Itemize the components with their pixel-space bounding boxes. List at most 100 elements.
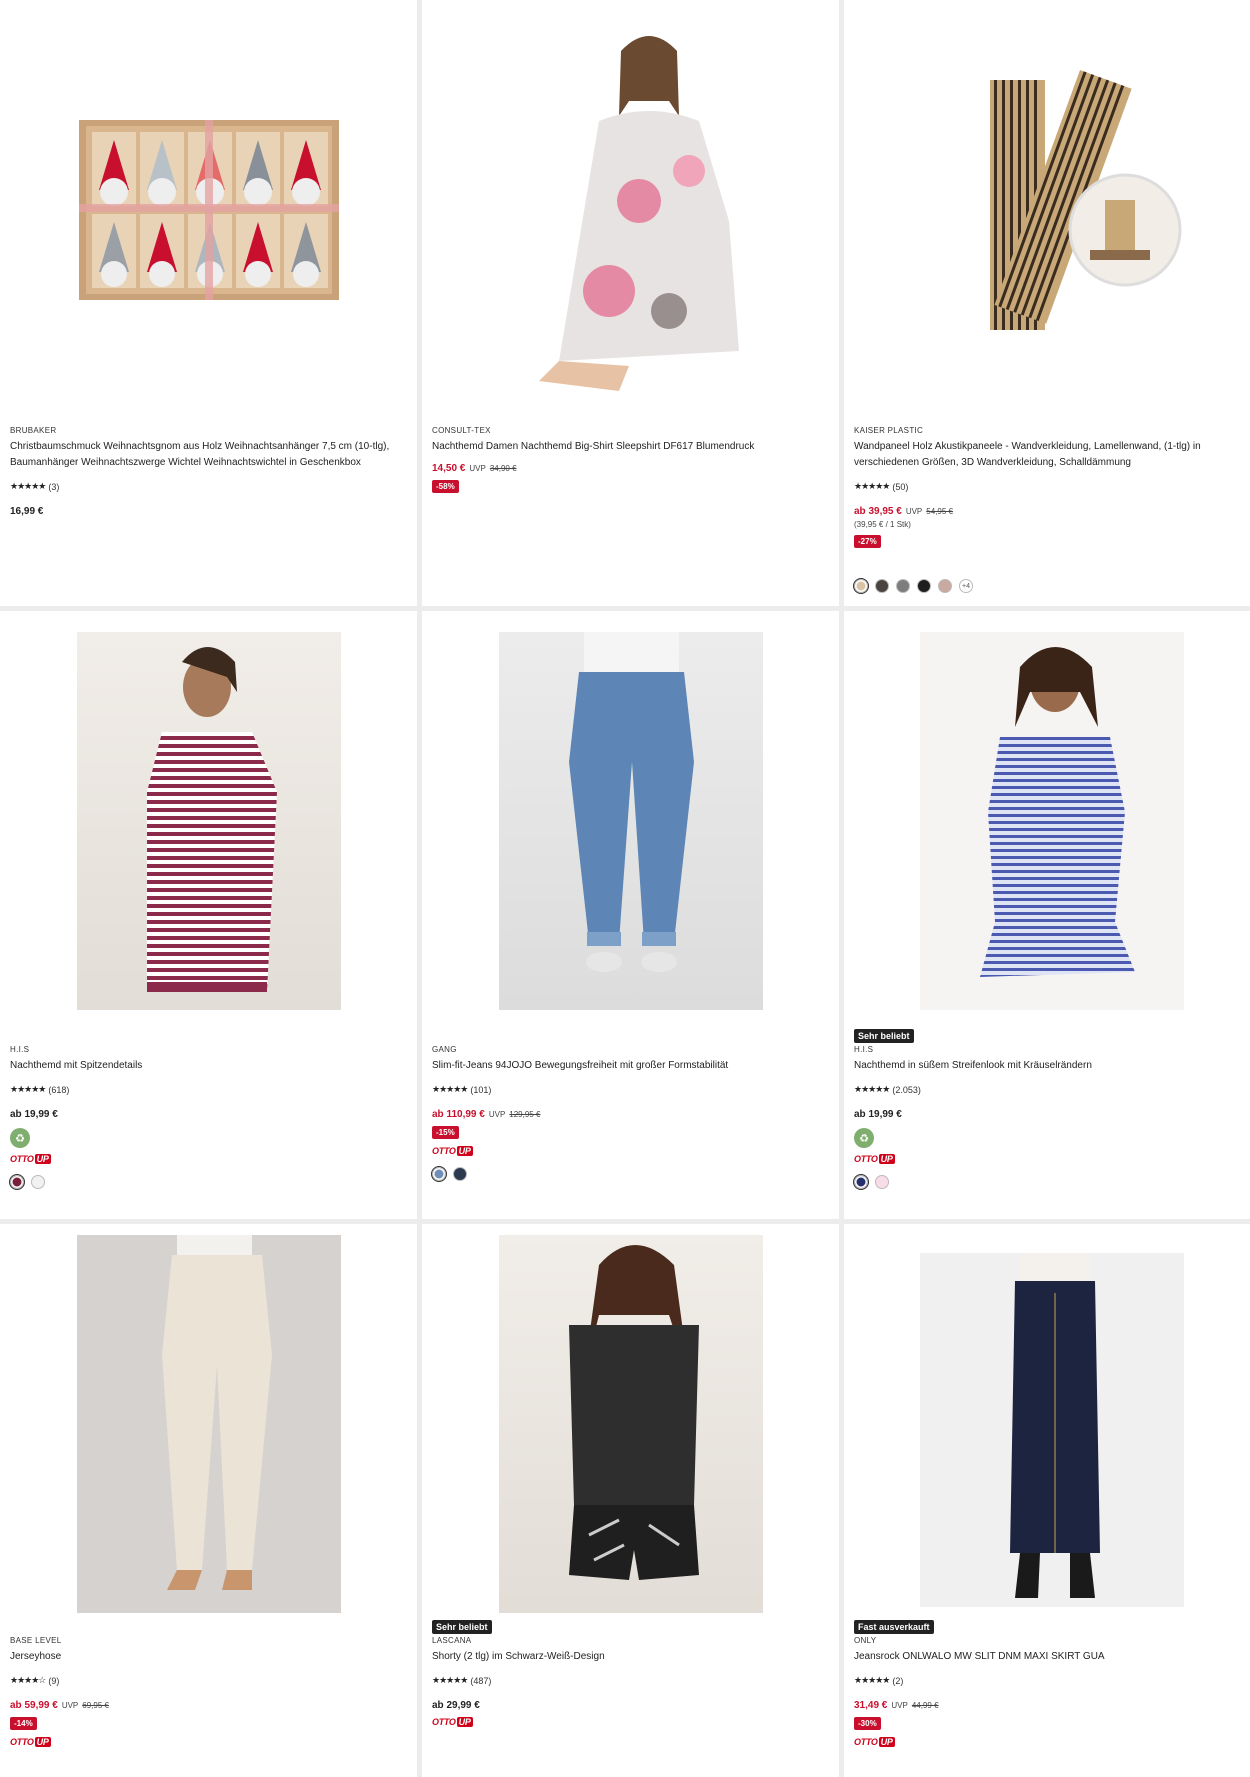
discount-badge: -27% [854, 535, 881, 548]
product-price: 14,50 € [432, 463, 466, 474]
color-swatches: +4 [854, 579, 1250, 593]
price-line: 16,99 € [10, 506, 407, 517]
product-image[interactable] [0, 611, 417, 1031]
color-swatch[interactable] [31, 1175, 45, 1189]
review-count: (487) [470, 1675, 492, 1686]
star-rating-icon: ★★★★★ [10, 1084, 46, 1094]
uvp-price: 129,95 € [509, 1110, 541, 1119]
uvp-label: UVP [469, 464, 486, 473]
product-card[interactable]: BASE LEVEL Jerseyhose ★★★★☆ (9) ab 59,99… [0, 1224, 417, 1777]
product-rating: ★★★★★ (50) [854, 481, 1250, 492]
product-image[interactable] [422, 0, 839, 420]
product-image[interactable] [0, 0, 417, 420]
price-line: ab 59,99 € UVP 69,95 € [10, 1700, 407, 1711]
review-count: (618) [48, 1084, 70, 1095]
price-line: 31,49 € UVP 44,99 € [854, 1700, 1250, 1711]
product-card[interactable]: Fast ausverkauft ONLY Jeansrock ONLWALO … [844, 1224, 1250, 1777]
product-title[interactable]: Nachthemd mit Spitzendetails [10, 1058, 407, 1074]
jeans-icon [568, 632, 694, 972]
product-title[interactable]: Jerseyhose [10, 1649, 407, 1665]
star-rating-icon: ★★★★☆ [10, 1675, 46, 1685]
price-line: ab 110,99 € UVP 129,95 € [432, 1109, 829, 1120]
product-image[interactable] [0, 1224, 417, 1624]
product-price: ab 29,99 € [432, 1700, 480, 1711]
product-brand: KAISER PLASTIC [854, 426, 924, 435]
product-title[interactable]: Shorty (2 tlg) im Schwarz-Weiß-Design [432, 1649, 829, 1665]
color-swatch[interactable] [896, 579, 910, 593]
product-image[interactable] [844, 0, 1250, 420]
price-line: ab 29,99 € [432, 1700, 829, 1711]
denim-maxi-skirt-icon [1010, 1253, 1100, 1598]
gnome-ornament-box-icon [78, 120, 339, 300]
product-rating: ★★★★★ (101) [432, 1084, 829, 1095]
product-card[interactable]: KAISER PLASTIC Wandpaneel Holz Akustikpa… [844, 0, 1250, 606]
color-swatches [10, 1175, 407, 1189]
color-swatch[interactable] [938, 579, 952, 593]
product-image[interactable] [422, 1224, 839, 1624]
product-title[interactable]: Wandpaneel Holz Akustikpaneele - Wandver… [854, 439, 1250, 471]
otto-up-logo: OTTO UP [854, 1154, 895, 1164]
product-info: BASE LEVEL Jerseyhose ★★★★☆ (9) ab 59,99… [10, 1636, 407, 1750]
color-swatch[interactable] [854, 1175, 868, 1189]
color-swatch[interactable] [854, 579, 868, 593]
product-info: CONSULT-TEX Nachthemd Damen Nachthemd Bi… [432, 426, 829, 494]
product-image[interactable] [844, 611, 1250, 1031]
unit-price: (39,95 € / 1 Stk) [854, 520, 911, 529]
product-card[interactable]: Sehr beliebt LASCANA Shorty (2 tlg) im S… [422, 1224, 839, 1777]
product-image[interactable] [844, 1224, 1250, 1624]
product-title[interactable]: Nachthemd Damen Nachthemd Big-Shirt Slee… [432, 439, 829, 455]
beige-trousers-icon [161, 1235, 272, 1590]
product-rating: ★★★★★ (618) [10, 1084, 407, 1095]
color-swatch[interactable] [453, 1167, 467, 1181]
black-shorty-icon [568, 1245, 699, 1580]
product-title[interactable]: Jeansrock ONLWALO MW SLIT DNM MAXI SKIRT… [854, 1649, 1250, 1665]
product-info: Sehr beliebt H.I.S Nachthemd in süßem St… [854, 1029, 1250, 1189]
product-card[interactable]: H.I.S Nachthemd mit Spitzendetails ★★★★★… [0, 611, 417, 1219]
uvp-price: 44,99 € [911, 1701, 939, 1710]
product-price: ab 59,99 € [10, 1700, 58, 1711]
product-image[interactable] [422, 611, 839, 1031]
product-price: ab 19,99 € [10, 1109, 58, 1120]
stock-badge: Fast ausverkauft [854, 1620, 934, 1634]
star-rating-icon: ★★★★★ [432, 1675, 468, 1685]
popularity-badge: Sehr beliebt [854, 1029, 914, 1043]
product-brand: ONLY [854, 1636, 877, 1645]
product-brand: CONSULT-TEX [432, 426, 491, 435]
product-card[interactable]: GANG Slim-fit-Jeans 94JOJO Bewegungsfrei… [422, 611, 839, 1219]
product-title[interactable]: Slim-fit-Jeans 94JOJO Bewegungsfreiheit … [432, 1058, 829, 1074]
striped-nightdress-icon [146, 647, 277, 992]
product-brand: H.I.S [854, 1045, 874, 1054]
color-swatches [432, 1167, 829, 1181]
star-rating-icon: ★★★★★ [432, 1084, 468, 1094]
product-title[interactable]: Christbaumschmuck Weihnachtsgnom aus Hol… [10, 439, 407, 471]
product-price: 31,49 € [854, 1700, 888, 1711]
product-card[interactable]: Sehr beliebt H.I.S Nachthemd in süßem St… [844, 611, 1250, 1219]
product-card[interactable]: BRUBAKER Christbaumschmuck Weihnachtsgno… [0, 0, 417, 606]
color-swatches [854, 1175, 1250, 1189]
price-line: ab 19,99 € [854, 1109, 1250, 1120]
product-title[interactable]: Nachthemd in süßem Streifenlook mit Kräu… [854, 1058, 1250, 1074]
product-brand: BRUBAKER [10, 426, 57, 435]
product-price: ab 19,99 € [854, 1109, 902, 1120]
review-count: (2) [892, 1675, 904, 1686]
otto-up-logo: OTTO UP [432, 1717, 473, 1727]
star-rating-icon: ★★★★★ [854, 1675, 890, 1685]
color-swatch[interactable] [875, 1175, 889, 1189]
sustainability-icon[interactable]: ♻ [10, 1128, 30, 1148]
product-brand: GANG [432, 1045, 457, 1054]
star-rating-icon: ★★★★★ [854, 481, 890, 491]
product-card[interactable]: CONSULT-TEX Nachthemd Damen Nachthemd Bi… [422, 0, 839, 606]
product-grid: BRUBAKER Christbaumschmuck Weihnachtsgno… [0, 0, 1250, 1777]
review-count: (9) [48, 1675, 60, 1686]
color-swatch[interactable] [10, 1175, 24, 1189]
sustainability-icon[interactable]: ♻ [854, 1128, 874, 1148]
color-swatch[interactable] [917, 579, 931, 593]
popularity-badge: Sehr beliebt [432, 1620, 492, 1634]
uvp-label: UVP [891, 1701, 908, 1710]
product-price: ab 110,99 € [432, 1109, 485, 1120]
product-info: BRUBAKER Christbaumschmuck Weihnachtsgno… [10, 426, 407, 517]
color-swatch[interactable] [432, 1167, 446, 1181]
discount-badge: -15% [432, 1126, 459, 1139]
color-swatch[interactable] [875, 579, 889, 593]
more-colors-button[interactable]: +4 [959, 579, 973, 593]
